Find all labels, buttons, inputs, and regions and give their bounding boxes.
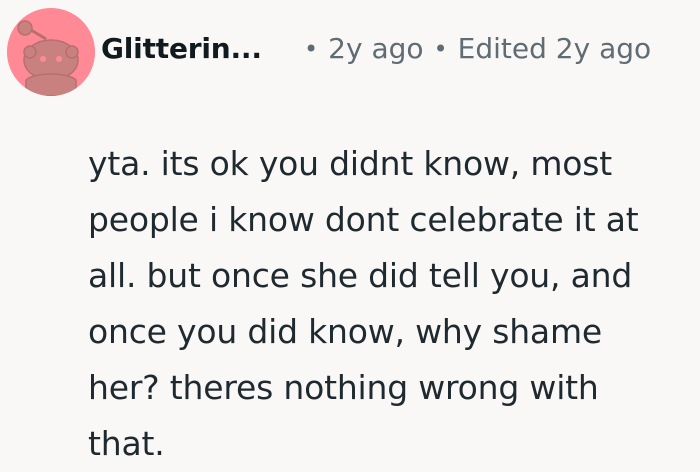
meta-separator: • [433, 35, 448, 63]
comment-card: Glitterin... • 2y ago • Edited 2y ago yt… [0, 0, 700, 468]
comment-meta: • 2y ago • Edited 2y ago [304, 35, 651, 63]
snoo-avatar-icon [7, 8, 95, 96]
username-link[interactable]: Glitterin... [101, 35, 262, 63]
meta-separator: • [304, 35, 319, 63]
edited-time: Edited 2y ago [457, 32, 652, 65]
comment-header: Glitterin... • 2y ago • Edited 2y ago [0, 0, 700, 110]
comment-body: yta. its ok you didnt know, most people … [88, 136, 678, 472]
comment-text: yta. its ok you didnt know, most people … [88, 144, 639, 463]
posted-time[interactable]: 2y ago [328, 35, 423, 63]
avatar[interactable] [7, 8, 95, 96]
